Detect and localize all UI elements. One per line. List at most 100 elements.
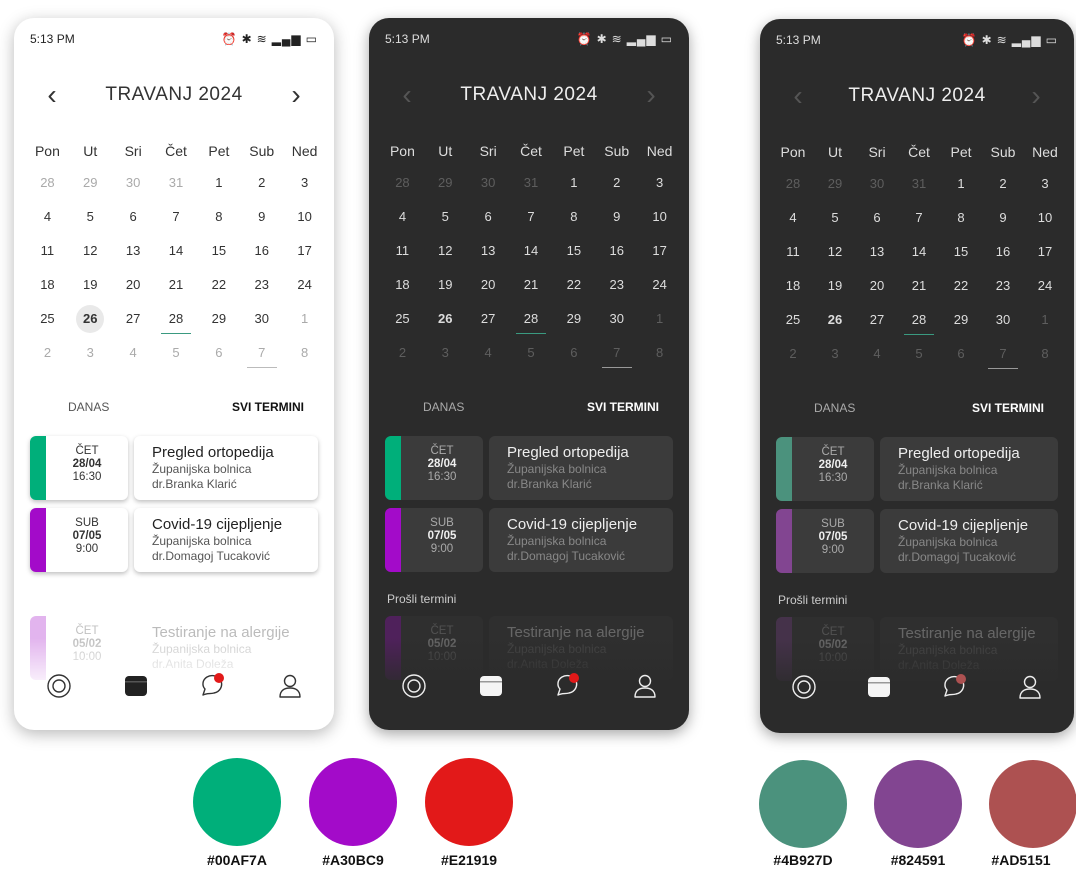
calendar-day[interactable]: 2 [772,341,814,367]
calendar-day[interactable]: 18 [381,272,424,298]
calendar-day[interactable]: 30 [856,171,898,197]
calendar-day[interactable]: 19 [814,273,856,299]
calendar-day[interactable]: 28 [898,307,940,335]
calendar-day[interactable]: 25 [772,307,814,333]
calendar-day[interactable]: 23 [240,272,283,298]
calendar-day[interactable]: 8 [940,205,982,231]
calendar-day[interactable]: 29 [69,170,112,196]
calendar-day[interactable]: 9 [982,205,1024,231]
nav-notifications-button[interactable] [933,671,977,703]
calendar-day[interactable]: 28 [772,171,814,197]
next-month-button[interactable]: › [1024,81,1048,111]
calendar-day[interactable]: 14 [898,239,940,265]
calendar-day[interactable]: 18 [26,272,69,298]
calendar-day-today[interactable]: 26 [424,306,467,332]
calendar-day[interactable]: 1 [638,306,681,332]
nav-calendar-button[interactable] [469,670,513,702]
calendar-day[interactable]: 17 [283,238,326,264]
calendar-day[interactable]: 25 [381,306,424,332]
calendar-day[interactable]: 22 [197,272,240,298]
prev-month-button[interactable]: ‹ [395,80,419,110]
calendar-day[interactable]: 31 [155,170,198,196]
calendar-day[interactable]: 2 [595,170,638,196]
calendar-day[interactable]: 9 [240,204,283,230]
calendar-day[interactable]: 7 [982,341,1024,369]
calendar-day[interactable]: 23 [595,272,638,298]
calendar-day[interactable]: 4 [856,341,898,367]
calendar-day[interactable]: 29 [197,306,240,332]
calendar-day[interactable]: 8 [552,204,595,230]
nav-calendar-button[interactable] [114,670,158,702]
calendar-day[interactable]: 3 [69,340,112,366]
tab-all-appointments[interactable]: SVI TERMINI [972,401,1044,421]
calendar-day[interactable]: 21 [510,272,553,298]
calendar-day[interactable]: 30 [467,170,510,196]
appointment-card[interactable]: SUB 07/05 9:00 Covid-19 cijepljenje Župa… [30,508,318,572]
nav-home-button[interactable] [392,670,436,702]
calendar-day[interactable]: 29 [552,306,595,332]
calendar-day[interactable]: 28 [26,170,69,196]
calendar-day[interactable]: 20 [112,272,155,298]
calendar-day[interactable]: 30 [595,306,638,332]
calendar-day[interactable]: 10 [283,204,326,230]
calendar-day[interactable]: 11 [381,238,424,264]
calendar-day[interactable]: 6 [856,205,898,231]
calendar-day[interactable]: 1 [552,170,595,196]
nav-profile-button[interactable] [623,670,667,702]
calendar-day[interactable]: 3 [283,170,326,196]
calendar-day[interactable]: 6 [112,204,155,230]
nav-home-button[interactable] [782,671,826,703]
calendar-day[interactable]: 27 [112,306,155,332]
calendar-day[interactable]: 3 [1024,171,1066,197]
calendar-day[interactable]: 15 [197,238,240,264]
calendar-day[interactable]: 16 [240,238,283,264]
calendar-day[interactable]: 29 [814,171,856,197]
calendar-day[interactable]: 5 [898,341,940,367]
calendar-day[interactable]: 22 [940,273,982,299]
calendar-day[interactable]: 28 [155,306,198,334]
calendar-day[interactable]: 16 [982,239,1024,265]
calendar-day[interactable]: 23 [982,273,1024,299]
calendar-day[interactable]: 3 [638,170,681,196]
calendar-day[interactable]: 7 [240,340,283,368]
appointment-card[interactable]: SUB 07/05 9:00 Covid-19 cijepljenje Župa… [385,508,673,572]
calendar-day[interactable]: 28 [510,306,553,334]
nav-profile-button[interactable] [268,670,312,702]
calendar-day[interactable]: 1 [1024,307,1066,333]
calendar-day[interactable]: 5 [69,204,112,230]
calendar-day[interactable]: 9 [595,204,638,230]
calendar-day[interactable]: 4 [112,340,155,366]
calendar-day[interactable]: 15 [552,238,595,264]
nav-home-button[interactable] [37,670,81,702]
calendar-day[interactable]: 8 [1024,341,1066,367]
calendar-day[interactable]: 13 [467,238,510,264]
calendar-day[interactable]: 14 [155,238,198,264]
prev-month-button[interactable]: ‹ [786,81,810,111]
calendar-day[interactable]: 31 [898,171,940,197]
calendar-day[interactable]: 24 [638,272,681,298]
calendar-day[interactable]: 13 [856,239,898,265]
calendar-day[interactable]: 3 [814,341,856,367]
tab-all-appointments[interactable]: SVI TERMINI [232,400,304,420]
calendar-day[interactable]: 29 [940,307,982,333]
calendar-day[interactable]: 14 [510,238,553,264]
calendar-day[interactable]: 8 [283,340,326,366]
calendar-day[interactable]: 20 [467,272,510,298]
calendar-day[interactable]: 29 [424,170,467,196]
calendar-day-today[interactable]: 26 [814,307,856,333]
calendar-day[interactable]: 4 [26,204,69,230]
calendar-day[interactable]: 11 [772,239,814,265]
calendar-day[interactable]: 7 [595,340,638,368]
tab-today[interactable]: DANAS [68,400,109,420]
calendar-day[interactable]: 6 [197,340,240,366]
calendar-day[interactable]: 21 [155,272,198,298]
calendar-day[interactable]: 22 [552,272,595,298]
calendar-day[interactable]: 1 [197,170,240,196]
prev-month-button[interactable]: ‹ [40,80,64,110]
calendar-day[interactable]: 19 [69,272,112,298]
tab-today[interactable]: DANAS [423,400,464,420]
calendar-day[interactable]: 8 [638,340,681,366]
calendar-day[interactable]: 5 [155,340,198,366]
next-month-button[interactable]: › [284,80,308,110]
calendar-day[interactable]: 11 [26,238,69,264]
